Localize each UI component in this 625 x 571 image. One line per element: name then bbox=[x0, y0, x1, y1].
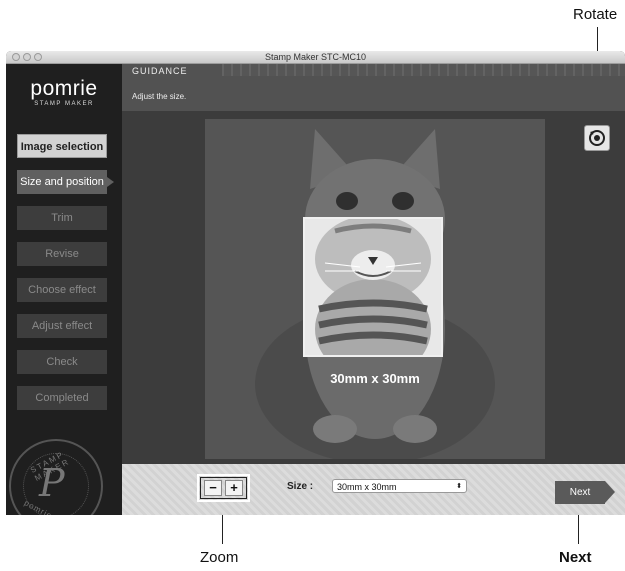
zoom-callout-label: Zoom bbox=[200, 549, 239, 566]
logo-name: pomrie bbox=[30, 77, 98, 100]
step-choose-effect: Choose effect bbox=[17, 278, 107, 302]
step-size-and-position[interactable]: Size and position bbox=[17, 170, 114, 194]
zoom-in-button[interactable]: + bbox=[225, 480, 243, 496]
pomrie-logo: pomrie STAMP MAKER bbox=[6, 77, 122, 108]
steps-sidebar: pomrie STAMP MAKER Image selection Size … bbox=[6, 64, 122, 515]
app-window: Stamp Maker STC-MC10 pomrie STAMP MAKER … bbox=[6, 51, 625, 515]
zoom-out-button[interactable]: − bbox=[204, 480, 222, 496]
rotate-button[interactable] bbox=[584, 125, 610, 151]
title-bar[interactable]: Stamp Maker STC-MC10 bbox=[6, 51, 625, 64]
step-image-selection[interactable]: Image selection bbox=[17, 134, 107, 158]
cat-image-crop bbox=[305, 219, 441, 355]
size-caption: Size : bbox=[287, 481, 314, 492]
up-down-arrow-icon: ⬍ bbox=[456, 483, 462, 490]
step-completed: Completed bbox=[17, 386, 107, 410]
seal-letter: P bbox=[39, 461, 65, 505]
window-title: Stamp Maker STC-MC10 bbox=[264, 52, 367, 62]
work-area: 30mm x 30mm bbox=[122, 111, 625, 464]
step-check: Check bbox=[17, 350, 107, 374]
size-select[interactable]: 30mm x 30mm ⬍ bbox=[332, 479, 467, 493]
size-select-value: 30mm x 30mm bbox=[337, 482, 397, 492]
crop-size-label: 30mm x 30mm bbox=[330, 371, 420, 386]
next-callout-label: Next bbox=[559, 549, 592, 566]
zoom-control: − + bbox=[197, 474, 250, 502]
guidance-text: Adjust the size. bbox=[132, 92, 187, 101]
guidance-title: GUIDANCE bbox=[132, 66, 188, 76]
rotate-icon bbox=[589, 130, 605, 146]
step-adjust-effect: Adjust effect bbox=[17, 314, 107, 338]
guidance-pattern bbox=[222, 64, 625, 76]
step-trim: Trim bbox=[17, 206, 107, 230]
stamp-maker-seal-logo: STAMP MAKER P pomrie bbox=[9, 439, 103, 515]
step-revise: Revise bbox=[17, 242, 107, 266]
logo-subtitle: STAMP MAKER bbox=[34, 101, 94, 107]
bottom-toolbar: − + Size : 30mm x 30mm ⬍ Next bbox=[122, 464, 625, 515]
rotate-callout-label: Rotate bbox=[573, 6, 618, 23]
cat-photo: 30mm x 30mm bbox=[205, 119, 545, 459]
crop-frame[interactable] bbox=[303, 217, 443, 357]
guidance-bar: GUIDANCE Adjust the size. bbox=[122, 64, 625, 111]
next-button[interactable]: Next bbox=[555, 481, 615, 504]
